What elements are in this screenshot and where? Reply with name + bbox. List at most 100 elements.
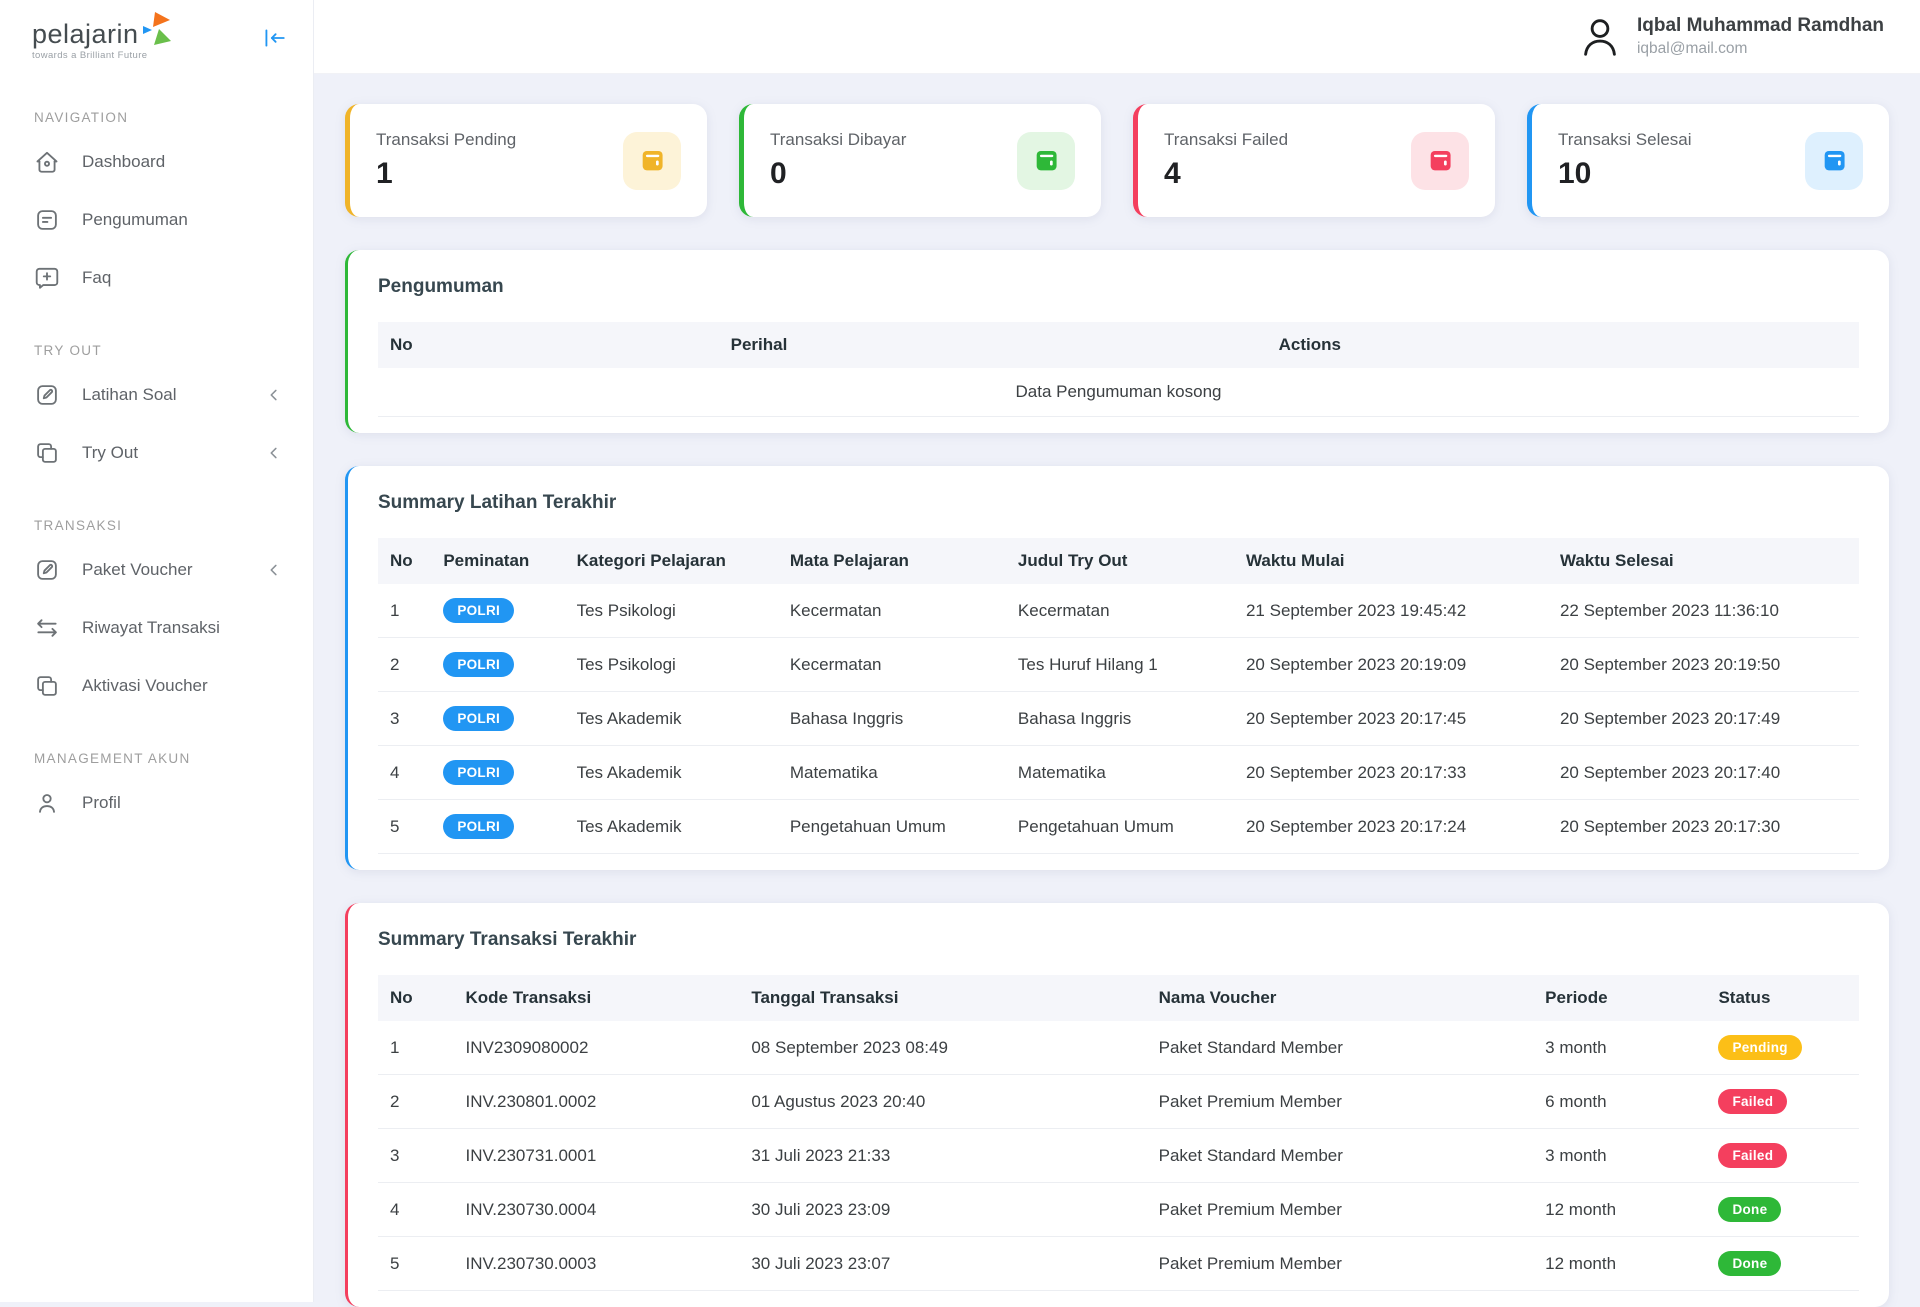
brand-logo[interactable]: pelajarin towards a Brilliant Future <box>32 11 174 61</box>
wallet-icon <box>623 131 681 190</box>
cell-no: 3 <box>378 691 432 746</box>
cell-judul: Pengetahuan Umum <box>1005 799 1234 854</box>
cell-waktu-mulai: 20 September 2023 20:19:09 <box>1233 637 1548 692</box>
stat-label: Transaksi Failed <box>1164 130 1289 149</box>
sidebar-item-aktivasi-voucher[interactable]: Aktivasi Voucher <box>0 657 313 715</box>
cell-waktu-selesai: 20 September 2023 20:17:30 <box>1547 799 1859 854</box>
sidebar-item-profil[interactable]: Profil <box>0 774 313 832</box>
cell-no: 1 <box>378 1021 454 1075</box>
stat-card-transaksi-failed: Transaksi Failed 4 <box>1133 104 1495 217</box>
cell-waktu-selesai: 20 September 2023 20:17:49 <box>1547 691 1859 746</box>
cell-waktu-mulai: 21 September 2023 19:45:42 <box>1233 584 1548 638</box>
stat-value: 10 <box>1558 157 1592 190</box>
sidebar-item-latihan-soal[interactable]: Latihan Soal <box>0 366 313 424</box>
cell-periode: 6 month <box>1533 1074 1707 1129</box>
cell-periode: 3 month <box>1533 1128 1707 1183</box>
column-header-selesai: Waktu Selesai <box>1547 538 1859 584</box>
column-header-voucher: Nama Voucher <box>1146 975 1534 1021</box>
cell-periode: 12 month <box>1533 1182 1707 1237</box>
column-header-peminatan: Peminatan <box>431 538 565 584</box>
wallet-icon <box>1017 131 1075 190</box>
chevron-left-icon <box>263 559 285 581</box>
sidebar-item-label: Dashboard <box>82 151 166 171</box>
cell-kategori: Tes Psikologi <box>564 584 778 638</box>
table-row: 2 INV.230801.0002 01 Agustus 2023 20:40 Pak… <box>378 1074 1859 1129</box>
sidebar-item-label: Riwayat Transaksi <box>82 617 220 637</box>
column-header-no: No <box>378 322 719 368</box>
cell-no: 4 <box>378 745 432 800</box>
sidebar: pelajarin towards a Brilliant Future NAV… <box>0 0 314 1302</box>
stat-value: 1 <box>376 157 393 190</box>
sidebar-collapse-button[interactable] <box>261 25 287 51</box>
empty-message: Data Pengumuman kosong <box>378 368 1859 417</box>
cell-waktu-mulai: 20 September 2023 20:17:45 <box>1233 691 1548 746</box>
copy-icon <box>34 673 60 699</box>
transaksi-title: Summary Transaksi Terakhir <box>378 929 637 950</box>
cell-kategori: Tes Akademik <box>564 691 778 746</box>
sidebar-section-title: MANAGEMENT AKUN <box>34 751 191 766</box>
stat-label: Transaksi Dibayar <box>770 130 907 149</box>
sidebar-header: pelajarin towards a Brilliant Future <box>0 0 313 74</box>
stat-label: Transaksi Selesai <box>1558 130 1692 149</box>
stat-label: Transaksi Pending <box>376 130 517 149</box>
sidebar-item-label: Profil <box>82 792 121 812</box>
cell-waktu-selesai: 20 September 2023 20:19:50 <box>1547 637 1859 692</box>
sidebar-section-title: TRANSAKSI <box>34 518 123 533</box>
column-header-mata: Mata Pelajaran <box>777 538 1006 584</box>
empty-row: Data Pengumuman kosong <box>378 368 1859 417</box>
cell-kode: INV2309080002 <box>453 1021 740 1075</box>
sidebar-item-paket-voucher[interactable]: Paket Voucher <box>0 541 313 599</box>
sidebar-item-faq[interactable]: Faq <box>0 249 313 307</box>
stat-value: 0 <box>770 157 787 190</box>
topbar: Iqbal Muhammad Ramdhan iqbal@mail.com <box>314 0 1920 74</box>
main-content: Transaksi Pending 1 Transaksi Dibayar 0 Tran… <box>314 74 1920 1307</box>
sidebar-item-riwayat-transaksi[interactable]: Riwayat Transaksi <box>0 599 313 657</box>
column-header-no: No <box>378 538 432 584</box>
sidebar-item-try-out[interactable]: Try Out <box>0 424 313 482</box>
exchange-icon <box>34 615 60 641</box>
stats-row: Transaksi Pending 1 Transaksi Dibayar 0 Tran… <box>345 104 1889 217</box>
chevron-left-icon <box>263 442 285 464</box>
cell-no: 2 <box>378 637 432 692</box>
peminatan-badge: POLRI <box>443 652 515 677</box>
faq-icon <box>34 265 60 291</box>
status-badge: Failed <box>1718 1143 1788 1168</box>
transaksi-tbody: 1 INV2309080002 08 September 2023 08:49 Pak… <box>378 1021 1859 1291</box>
table-header-row: No Peminatan Kategori Pelajaran Mata Pel… <box>378 538 1859 584</box>
table-row: 2 POLRI Tes Psikologi Kecermatan Tes Huruf H… <box>378 637 1859 692</box>
chevron-left-icon <box>263 384 285 406</box>
column-header-actions: Actions <box>1266 322 1859 368</box>
table-row: 4 INV.230730.0004 30 Juli 2023 23:09 Paket … <box>378 1182 1859 1237</box>
cell-no: 4 <box>378 1182 454 1237</box>
cell-mata: Kecermatan <box>777 637 1006 692</box>
cell-mata: Kecermatan <box>777 584 1006 638</box>
column-header-kategori: Kategori Pelajaran <box>564 538 778 584</box>
latihan-panel: Summary Latihan Terakhir No Peminatan Ka… <box>345 466 1889 870</box>
cell-tanggal: 08 September 2023 08:49 <box>739 1021 1147 1075</box>
column-header-mulai: Waktu Mulai <box>1233 538 1548 584</box>
brand-name: pelajarin <box>32 19 139 49</box>
column-header-judul: Judul Try Out <box>1005 538 1234 584</box>
status-badge: Done <box>1718 1197 1782 1222</box>
avatar-icon <box>1577 14 1623 60</box>
sidebar-item-pengumuman[interactable]: Pengumuman <box>0 191 313 249</box>
cell-judul: Kecermatan <box>1005 584 1234 638</box>
status-badge: Failed <box>1718 1089 1788 1114</box>
sidebar-section-title: TRY OUT <box>34 343 102 358</box>
wallet-icon <box>1411 131 1469 190</box>
sidebar-item-dashboard[interactable]: Dashboard <box>0 133 313 191</box>
cell-voucher: Paket Standard Member <box>1146 1128 1534 1183</box>
user-menu[interactable]: Iqbal Muhammad Ramdhan iqbal@mail.com <box>1577 14 1884 60</box>
stat-card-transaksi-dibayar: Transaksi Dibayar 0 <box>739 104 1101 217</box>
transaksi-table: No Kode Transaksi Tanggal Transaksi Nama… <box>378 975 1859 1291</box>
user-name: Iqbal Muhammad Ramdhan <box>1636 15 1884 37</box>
cell-no: 5 <box>378 799 432 854</box>
cell-voucher: Paket Premium Member <box>1146 1074 1534 1129</box>
cell-no: 2 <box>378 1074 454 1129</box>
transaksi-panel: Summary Transaksi Terakhir No Kode Trans… <box>345 903 1889 1307</box>
cell-periode: 12 month <box>1533 1236 1707 1291</box>
note-icon <box>34 207 60 233</box>
brand-tagline: towards a Brilliant Future <box>32 50 148 61</box>
cell-kategori: Tes Akademik <box>564 799 778 854</box>
latihan-table: No Peminatan Kategori Pelajaran Mata Pel… <box>378 538 1859 854</box>
